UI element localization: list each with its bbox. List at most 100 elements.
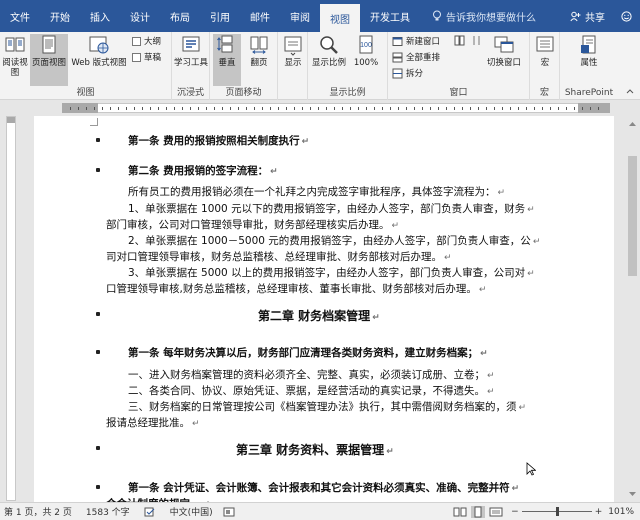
read-mode-button[interactable]: 阅读视图 xyxy=(2,34,28,78)
properties-button[interactable]: 属性 xyxy=(572,34,606,68)
show-button[interactable]: 显示 xyxy=(280,34,306,68)
tab-view[interactable]: 视图 xyxy=(320,4,360,32)
zoom-label: 显示比例 xyxy=(311,58,346,68)
draft-button[interactable]: 草稿 xyxy=(132,51,161,63)
article-heading: 第一条 费用的报销按照相关制度执行 ↵ xyxy=(34,133,614,149)
tab-mailings[interactable]: 邮件 xyxy=(240,0,280,32)
word-count[interactable]: 1583 个字 xyxy=(86,505,130,518)
zoom-level[interactable]: 101% xyxy=(608,507,634,517)
zoom-slider[interactable]: − + xyxy=(511,507,602,517)
body-line: 司对口管理领导审核，财务总监稽核、总经理审批、财务部核对后办理。 ↵ xyxy=(34,249,614,265)
print-layout-button[interactable]: 页面视图 xyxy=(30,34,68,86)
line-text: 第三章 财务资料、票据管理 ↵ xyxy=(236,443,394,457)
learning-tools-button[interactable]: 学习工具 xyxy=(174,34,208,68)
tab-home[interactable]: 开始 xyxy=(40,0,80,32)
tab-references[interactable]: 引用 xyxy=(200,0,240,32)
share-label: 共享 xyxy=(585,12,605,24)
scrollbar-thumb[interactable] xyxy=(628,156,637,276)
language-indicator[interactable]: 中文(中国) xyxy=(170,505,213,518)
macro-recording[interactable] xyxy=(223,507,235,517)
ruler-tick xyxy=(470,107,471,110)
ribbon-options-button[interactable] xyxy=(613,0,640,32)
ruler-tick xyxy=(86,107,87,110)
ribbon: 阅读视图 页面视图 Web 版式视图 大纲 草稿 视图 学习工具 沉浸式 垂直 … xyxy=(0,32,640,100)
ruler-tick xyxy=(590,107,591,110)
ruler-tick xyxy=(598,107,599,110)
paragraph-mark: ↵ xyxy=(487,387,495,397)
zoom-in-icon[interactable]: + xyxy=(595,507,603,517)
line-text: 司对口管理领导审核，财务总监稽核、总经理审批、财务部核对后办理。 ↵ xyxy=(106,251,452,263)
ruler-tick xyxy=(342,107,343,110)
arrange-all-button[interactable]: 全部重排 xyxy=(392,51,440,63)
zoom-out-icon[interactable]: − xyxy=(511,507,519,517)
tab-developer[interactable]: 开发工具 xyxy=(360,0,420,32)
line-text: 部门审核，公司对口管理领导审批，财务部经理核实后办理。 ↵ xyxy=(106,219,400,231)
tab-file[interactable]: 文件 xyxy=(0,0,40,32)
ruler-tick xyxy=(430,107,431,110)
outline-button[interactable]: 大纲 xyxy=(132,35,161,47)
print-layout-view-icon[interactable] xyxy=(471,505,486,518)
ruler-tick xyxy=(366,107,367,110)
side-to-side-button[interactable]: 翻页 xyxy=(244,34,274,68)
ruler-tick xyxy=(462,107,463,110)
zoom-slider-track[interactable] xyxy=(521,507,592,516)
scroll-down-icon[interactable] xyxy=(625,488,640,500)
ruler-tick xyxy=(542,107,543,110)
web-layout-view-icon[interactable] xyxy=(489,507,503,517)
article-heading: 第二条 费用报销的签字流程： ↵ xyxy=(34,163,614,179)
split-label: 拆分 xyxy=(406,69,424,79)
ruler-tick xyxy=(286,107,287,110)
ruler-tick xyxy=(478,107,479,110)
side-by-side-buttons[interactable] xyxy=(454,35,482,46)
macros-group: 宏 宏 xyxy=(530,32,560,100)
new-window-button[interactable]: 新建窗口 xyxy=(392,35,440,47)
ruler-tick xyxy=(270,107,271,110)
ruler-tick xyxy=(126,107,127,110)
learning-tools-icon xyxy=(180,34,202,56)
ruler-tick xyxy=(150,107,151,110)
sharepoint-group-label: SharePoint xyxy=(564,88,614,98)
ruler-tick xyxy=(534,107,535,110)
line-text: 所有员工的费用报销必须在一个礼拜之内完成签字审批程序，具体签字流程为： ↵ xyxy=(128,186,506,198)
line-text: 第二章 财务档案管理 ↵ xyxy=(258,309,380,323)
vertical-scrollbar[interactable] xyxy=(625,116,640,502)
proofing-status[interactable] xyxy=(144,507,156,517)
document-page[interactable]: 第一条 费用的报销按照相关制度执行 ↵ 第二条 费用报销的签字流程： ↵ 所有员工的费用… xyxy=(34,116,614,502)
zoom-100-button[interactable]: 100 100% xyxy=(350,34,382,68)
switch-windows-button[interactable]: 切换窗口 xyxy=(482,34,526,68)
scroll-up-icon[interactable] xyxy=(625,118,640,130)
window-group-label: 窗口 xyxy=(449,88,468,98)
web-layout-button[interactable]: Web 版式视图 xyxy=(70,34,128,68)
ruler-tick xyxy=(358,107,359,110)
show-label: 显示 xyxy=(284,58,302,68)
line-text: 一、进入财务档案管理的资料必须齐全、完整、真实，必须装订成册、立卷； ↵ xyxy=(128,369,495,381)
tell-me-box[interactable]: 告诉我你想要做什么 xyxy=(432,0,536,32)
ruler-tick xyxy=(550,107,551,110)
switch-windows-label: 切换窗口 xyxy=(486,58,521,68)
macro-record-icon xyxy=(223,507,235,516)
book-icon xyxy=(4,34,26,56)
macros-button[interactable]: 宏 xyxy=(532,34,558,68)
read-mode-view-icon[interactable] xyxy=(453,507,467,517)
zoom-slider-thumb[interactable] xyxy=(555,507,559,516)
view-side-by-side-icon xyxy=(454,35,465,46)
zoom-button[interactable]: 显示比例 xyxy=(310,34,348,68)
ruler-tick xyxy=(302,107,303,110)
tell-me-text: 告诉我你想要做什么 xyxy=(446,12,536,24)
vertical-button[interactable]: 垂直 xyxy=(213,34,241,86)
page-count[interactable]: 第 1 页，共 2 页 xyxy=(4,505,72,518)
split-button[interactable]: 拆分 xyxy=(392,67,423,79)
tab-layout[interactable]: 布局 xyxy=(160,0,200,32)
horizontal-ruler[interactable] xyxy=(0,100,640,115)
vertical-ruler[interactable] xyxy=(6,116,16,501)
tab-design[interactable]: 设计 xyxy=(120,0,160,32)
web-layout-label: Web 版式视图 xyxy=(71,58,127,68)
line-text: 报请总经理批准。 ↵ xyxy=(106,417,200,429)
ruler-tick xyxy=(214,107,215,110)
collapse-ribbon-icon[interactable] xyxy=(626,87,634,95)
tab-insert[interactable]: 插入 xyxy=(80,0,120,32)
tab-review[interactable]: 审阅 xyxy=(280,0,320,32)
vertical-scroll-icon xyxy=(216,34,238,56)
share-button[interactable]: 共享 xyxy=(562,0,613,32)
share-icon xyxy=(570,11,581,21)
